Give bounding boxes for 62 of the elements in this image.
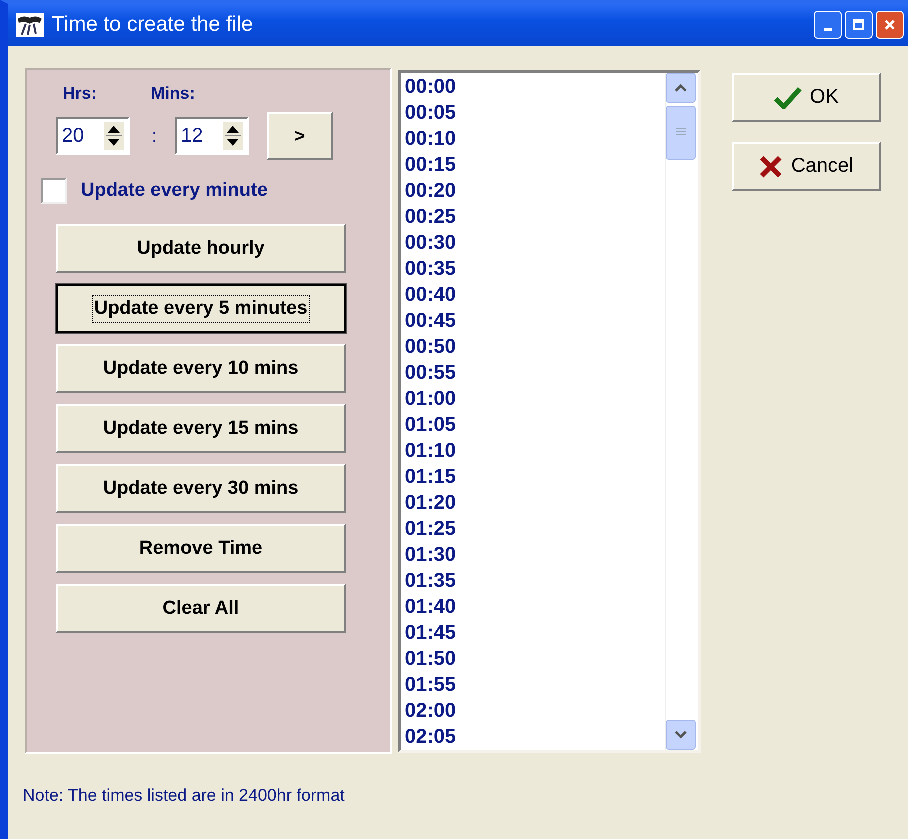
action-button[interactable]: Remove Time [56,524,346,573]
checkbox-label: Update every minute [81,180,268,202]
chevron-up-icon [674,83,688,93]
checkmark-icon [774,86,802,110]
scroll-down-button[interactable] [666,720,696,750]
time-list-item[interactable]: 00:00 [405,74,665,100]
cross-icon [759,154,784,178]
maximize-button[interactable] [845,11,873,39]
checkbox[interactable] [41,178,67,204]
ok-button[interactable]: OK [732,73,881,122]
add-time-button[interactable]: > [267,112,334,160]
time-list-item[interactable]: 01:45 [405,620,665,646]
time-list-item[interactable]: 01:30 [405,542,665,568]
time-list-item[interactable]: 00:30 [405,230,665,256]
chevron-down-icon [674,730,688,740]
window-title: Time to create the file [52,13,254,37]
time-list-item[interactable]: 00:35 [405,256,665,282]
time-list-item[interactable]: 01:55 [405,672,665,698]
time-list-item[interactable]: 00:40 [405,282,665,308]
minimize-button[interactable] [814,11,842,39]
time-list-item[interactable]: 01:40 [405,594,665,620]
time-list-item[interactable]: 00:20 [405,178,665,204]
time-list-item[interactable]: 00:05 [405,100,665,126]
spin-arrows-icon[interactable] [104,122,124,150]
hours-spinner[interactable]: 20 [56,117,130,155]
scroll-thumb[interactable] [666,106,696,160]
minimize-icon [824,28,832,30]
time-list-item[interactable]: 02:05 [405,724,665,750]
time-list-item[interactable]: 00:25 [405,204,665,230]
time-list-item[interactable]: 00:15 [405,152,665,178]
action-button[interactable]: Update every 30 mins [56,464,346,513]
time-list-item[interactable]: 01:25 [405,516,665,542]
time-list-item[interactable]: 01:50 [405,646,665,672]
close-button[interactable] [876,11,904,39]
app-icon [16,13,44,37]
close-icon [884,19,896,31]
time-list-item[interactable]: 00:10 [405,126,665,152]
time-list-item[interactable]: 00:45 [405,308,665,334]
action-button[interactable]: Update every 10 mins [56,344,346,393]
time-list-item[interactable]: 00:50 [405,334,665,360]
time-list-item[interactable]: 01:35 [405,568,665,594]
hours-label: Hrs: [63,84,98,104]
spin-arrows-icon[interactable] [223,122,244,150]
cancel-button[interactable]: Cancel [732,142,881,191]
grip-icon [675,128,687,138]
action-button[interactable]: Update hourly [56,224,346,273]
action-button[interactable]: Update every 15 mins [56,404,346,453]
maximize-icon [853,19,865,31]
time-list-item[interactable]: 02:00 [405,698,665,724]
action-button[interactable]: Clear All [56,584,346,633]
note-text: Note: The times listed are in 2400hr format [23,786,346,806]
minutes-spinner[interactable]: 12 [175,117,250,155]
time-list-item[interactable]: 01:15 [405,464,665,490]
time-list-item[interactable]: 01:05 [405,412,665,438]
minutes-label: Mins: [151,84,196,104]
action-button[interactable]: Update every 5 minutes [56,284,346,333]
time-list-item[interactable]: 01:00 [405,386,665,412]
time-list-item[interactable]: 01:10 [405,438,665,464]
scroll-up-button[interactable] [666,73,696,103]
time-separator: : [152,126,158,146]
time-list-item[interactable]: 00:55 [405,360,665,386]
time-list-item[interactable]: 01:20 [405,490,665,516]
